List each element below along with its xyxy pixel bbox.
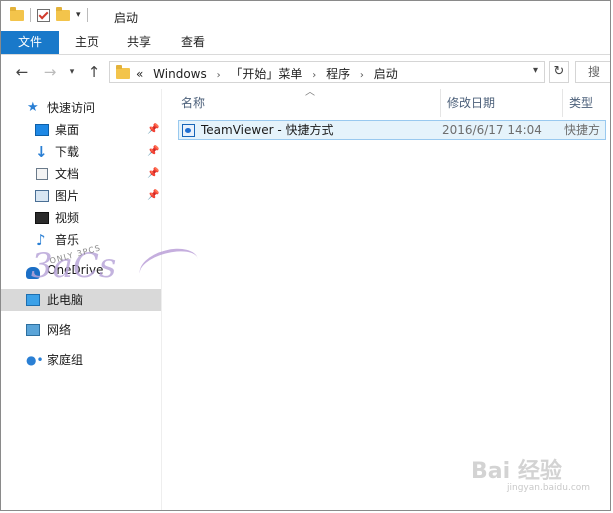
homegroup-icon: ●• xyxy=(26,353,44,367)
pin-icon[interactable]: 📌 xyxy=(147,163,159,185)
pin-icon[interactable]: 📌 xyxy=(147,119,159,141)
baidu-logo-text: Bai 经验 xyxy=(471,459,562,484)
address-bar[interactable]: « Windows › 「开始」菜单 › 程序 › 启动 ▾ xyxy=(109,61,545,83)
column-divider[interactable] xyxy=(562,89,563,117)
column-header-type[interactable]: 类型 xyxy=(569,89,609,117)
breadcrumb: « Windows › 「开始」菜单 › 程序 › 启动 xyxy=(136,65,404,82)
nav-videos[interactable]: 视频 xyxy=(1,207,161,229)
column-header-name[interactable]: 名称 xyxy=(181,89,441,117)
up-arrow-icon[interactable]: ↑ xyxy=(85,63,103,81)
table-row[interactable]: TeamViewer - 快捷方式 2016/6/17 14:04 快捷方 xyxy=(178,120,606,140)
quick-access-toolbar: ▾ xyxy=(10,6,88,22)
chevron-right-icon[interactable]: › xyxy=(360,70,364,81)
nav-label: 网络 xyxy=(47,323,72,337)
music-note-icon: ♪ xyxy=(36,231,46,249)
tab-share[interactable]: 共享 xyxy=(119,31,159,54)
baidu-watermark: Bai 经验 jingyan.baidu.com xyxy=(471,453,610,503)
customize-toolbar-icon[interactable]: ▾ xyxy=(76,10,81,20)
logo-watermark: 3aCs ONLY 3PCS xyxy=(31,242,203,306)
forward-arrow-icon[interactable]: → xyxy=(41,63,59,81)
breadcrumb-overflow[interactable]: « xyxy=(136,67,143,81)
refresh-icon[interactable]: ↻ xyxy=(549,61,569,83)
chevron-down-icon[interactable]: ▾ xyxy=(533,65,538,76)
chevron-right-icon[interactable]: › xyxy=(217,70,221,81)
ribbon-tabs: 文件 主页 共享 查看 xyxy=(1,31,610,55)
search-input[interactable]: 搜 xyxy=(575,61,610,83)
new-folder-icon[interactable] xyxy=(56,6,70,21)
tab-view[interactable]: 查看 xyxy=(173,31,213,54)
explorer-window: ▾ 启动 文件 主页 共享 查看 ← → ▾ ↑ « Windows › 「开始… xyxy=(0,0,611,511)
back-arrow-icon[interactable]: ← xyxy=(13,63,31,81)
file-type: 快捷方 xyxy=(564,123,601,137)
teamviewer-shortcut-icon xyxy=(182,124,195,137)
properties-icon[interactable] xyxy=(37,8,50,22)
nav-documents[interactable]: 文档 📌 xyxy=(1,163,161,185)
column-divider[interactable] xyxy=(440,89,441,117)
nav-downloads[interactable]: ↓ 下载 📌 xyxy=(1,141,161,163)
folder-icon xyxy=(116,65,130,79)
chevron-right-icon[interactable]: › xyxy=(312,70,316,81)
tab-file[interactable]: 文件 xyxy=(1,31,59,54)
title-bar: ▾ 启动 xyxy=(1,1,610,31)
column-header-date[interactable]: 修改日期 xyxy=(447,89,557,117)
star-icon: ★ xyxy=(27,100,39,115)
nav-desktop[interactable]: 桌面 📌 xyxy=(1,119,161,141)
nav-pictures[interactable]: 图片 📌 xyxy=(1,185,161,207)
breadcrumb-startup[interactable]: 启动 xyxy=(374,67,398,81)
download-arrow-icon: ↓ xyxy=(35,143,48,161)
video-icon xyxy=(35,212,49,224)
nav-label: 视频 xyxy=(55,211,80,225)
breadcrumb-start-menu[interactable]: 「开始」菜单 xyxy=(230,67,302,81)
pin-icon[interactable]: 📌 xyxy=(147,185,159,207)
file-list: ︿ 名称 修改日期 类型 TeamViewer - 快捷方式 2016/6/17… xyxy=(172,87,610,510)
network-icon xyxy=(26,324,40,336)
pictures-icon xyxy=(35,190,49,202)
breadcrumb-windows[interactable]: Windows xyxy=(153,67,207,81)
nav-label: 家庭组 xyxy=(47,353,84,367)
file-name: TeamViewer - 快捷方式 xyxy=(201,123,334,137)
nav-label: 桌面 xyxy=(55,123,80,137)
separator xyxy=(30,8,31,22)
folder-icon xyxy=(10,6,24,21)
document-icon xyxy=(36,168,48,180)
desktop-icon xyxy=(35,124,49,136)
breadcrumb-programs[interactable]: 程序 xyxy=(326,67,350,81)
pin-icon[interactable]: 📌 xyxy=(147,141,159,163)
nav-homegroup[interactable]: ●• 家庭组 xyxy=(1,349,161,371)
nav-label: 文档 xyxy=(55,167,80,181)
file-date: 2016/6/17 14:04 xyxy=(442,123,542,137)
nav-quick-access[interactable]: ★ 快速访问 xyxy=(1,97,161,119)
nav-label: 图片 xyxy=(55,189,80,203)
nav-label: 下载 xyxy=(55,145,80,159)
watermark-leaf-icon xyxy=(135,242,203,291)
tab-home[interactable]: 主页 xyxy=(67,31,107,54)
separator xyxy=(86,8,88,22)
baidu-url-text: jingyan.baidu.com xyxy=(507,483,591,493)
nav-network[interactable]: 网络 xyxy=(1,319,161,341)
window-title: 启动 xyxy=(114,11,139,25)
recent-locations-chevron-icon[interactable]: ▾ xyxy=(63,63,81,81)
nav-label: 快速访问 xyxy=(47,101,96,115)
